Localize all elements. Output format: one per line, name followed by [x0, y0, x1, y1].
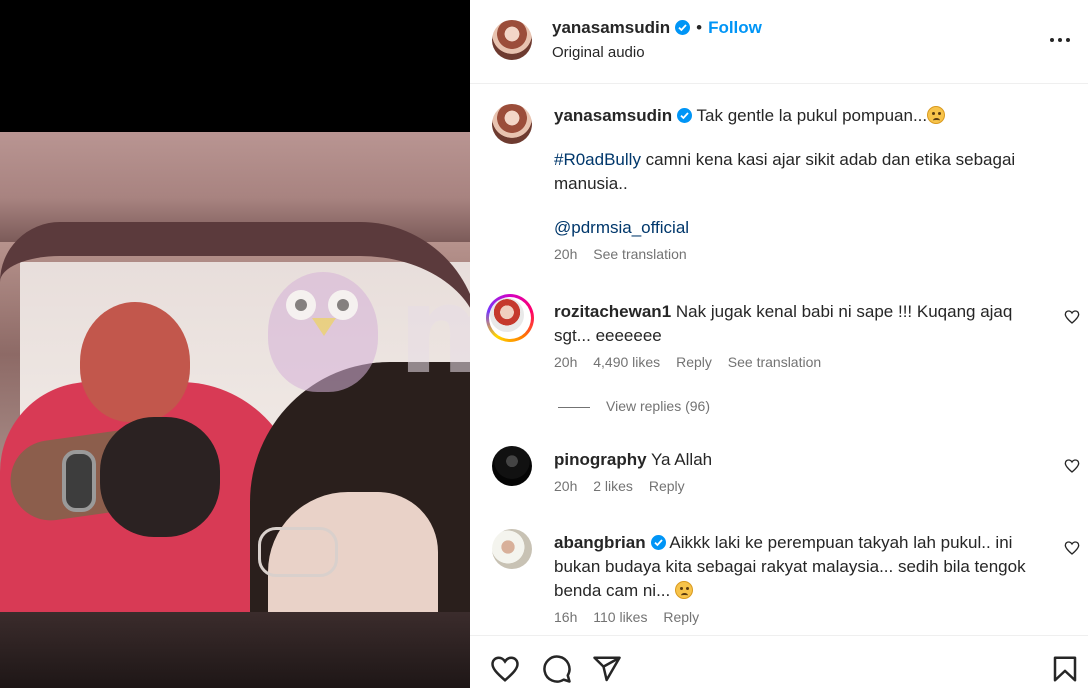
reply-button[interactable]: Reply [663, 609, 699, 625]
eyeglasses [258, 527, 338, 577]
author-username[interactable]: yanasamsudin [552, 18, 670, 37]
view-replies-button[interactable]: View replies (96) [558, 398, 710, 414]
verified-badge-icon [650, 535, 666, 550]
comment-icon[interactable] [542, 654, 572, 684]
car-dashboard [0, 612, 470, 688]
action-bar [470, 635, 1088, 688]
caption-line-2: camni kena kasi ajar sikit adab dan etik… [640, 150, 1016, 169]
comment-likes[interactable]: 2 likes [593, 478, 633, 494]
commenter-avatar[interactable] [492, 529, 532, 569]
verified-badge-icon [675, 20, 691, 35]
post-header: yanasamsudin • Follow Original audio [470, 0, 1088, 84]
hashtag-link[interactable]: #R0adBully [554, 150, 641, 169]
comment-timestamp[interactable]: 16h [554, 609, 577, 625]
comment-body: abangbrian Aikkk laki ke perempuan takya… [554, 531, 1054, 625]
sad-face-emoji-icon [927, 106, 946, 124]
author-avatar[interactable] [492, 20, 532, 60]
caption-username[interactable]: yanasamsudin [554, 106, 672, 125]
commenter-username[interactable]: rozitachewan1 [554, 302, 671, 321]
video-frame [0, 132, 470, 688]
commenter-avatar [490, 298, 524, 332]
author-info: yanasamsudin • Follow Original audio [552, 18, 762, 61]
comment-likes[interactable]: 110 likes [593, 609, 647, 625]
comment-text-cont: bukan budaya kita sebagai rakyat malaysi… [554, 557, 1026, 576]
comment-text: Aikkk laki ke perempuan takyah lah pukul… [669, 533, 1013, 552]
reply-button[interactable]: Reply [649, 478, 685, 494]
comment-body: pinography Ya Allah 20h 2 likes Reply [554, 448, 1034, 494]
see-translation-link[interactable]: See translation [728, 354, 821, 370]
mention-link[interactable]: @pdrmsia_official [554, 216, 1054, 240]
commenter-username[interactable]: pinography [554, 450, 647, 469]
comment-timestamp[interactable]: 20h [554, 354, 577, 370]
post-media[interactable]: murai [0, 0, 470, 688]
post-side-panel: yanasamsudin • Follow Original audio yanas… [470, 0, 1088, 688]
more-options-icon[interactable] [1048, 28, 1072, 52]
verified-badge-icon [677, 108, 693, 123]
comment-timestamp[interactable]: 20h [554, 478, 577, 494]
comment-text: Nak jugak kenal babi ni sape !!! Kuqang … [675, 302, 1013, 321]
caption-timestamp[interactable]: 20h [554, 246, 577, 262]
caption-line-3: manusia.. [554, 174, 628, 193]
comment-likes[interactable]: 4,490 likes [593, 354, 660, 370]
comment-body: rozitachewan1 Nak jugak kenal babi ni sa… [554, 300, 1034, 370]
caption-line-1: Tak gentle la pukul pompuan... [696, 106, 928, 125]
heart-icon[interactable] [490, 654, 520, 684]
bookmark-icon[interactable] [1050, 654, 1080, 684]
caption-author-avatar[interactable] [492, 104, 532, 144]
comment-text-cont: sgt... eeeeeee [554, 326, 662, 345]
comment-text-cont: benda cam ni... [554, 581, 671, 600]
caption-body: yanasamsudin Tak gentle la pukul pompuan… [554, 104, 1054, 262]
view-replies-label: View replies (96) [606, 398, 711, 414]
share-icon[interactable] [592, 654, 622, 684]
wristwatch [62, 450, 96, 512]
see-translation-link[interactable]: See translation [593, 246, 686, 262]
comment-text: Ya Allah [650, 450, 713, 469]
commenter-avatar[interactable] [492, 446, 532, 486]
original-audio-link[interactable]: Original audio [552, 44, 762, 61]
reply-button[interactable]: Reply [676, 354, 712, 370]
sad-face-emoji-icon [674, 581, 693, 599]
follow-button[interactable]: Follow [708, 18, 762, 37]
story-ring[interactable] [486, 294, 534, 342]
man-head [80, 302, 190, 422]
like-comment-heart-icon[interactable] [1064, 458, 1080, 474]
commenter-username[interactable]: abangbrian [554, 533, 646, 552]
separator-dot: • [696, 18, 703, 37]
like-comment-heart-icon[interactable] [1064, 309, 1080, 325]
replies-divider-line [558, 406, 590, 408]
fist [100, 417, 220, 537]
like-comment-heart-icon[interactable] [1064, 540, 1080, 556]
